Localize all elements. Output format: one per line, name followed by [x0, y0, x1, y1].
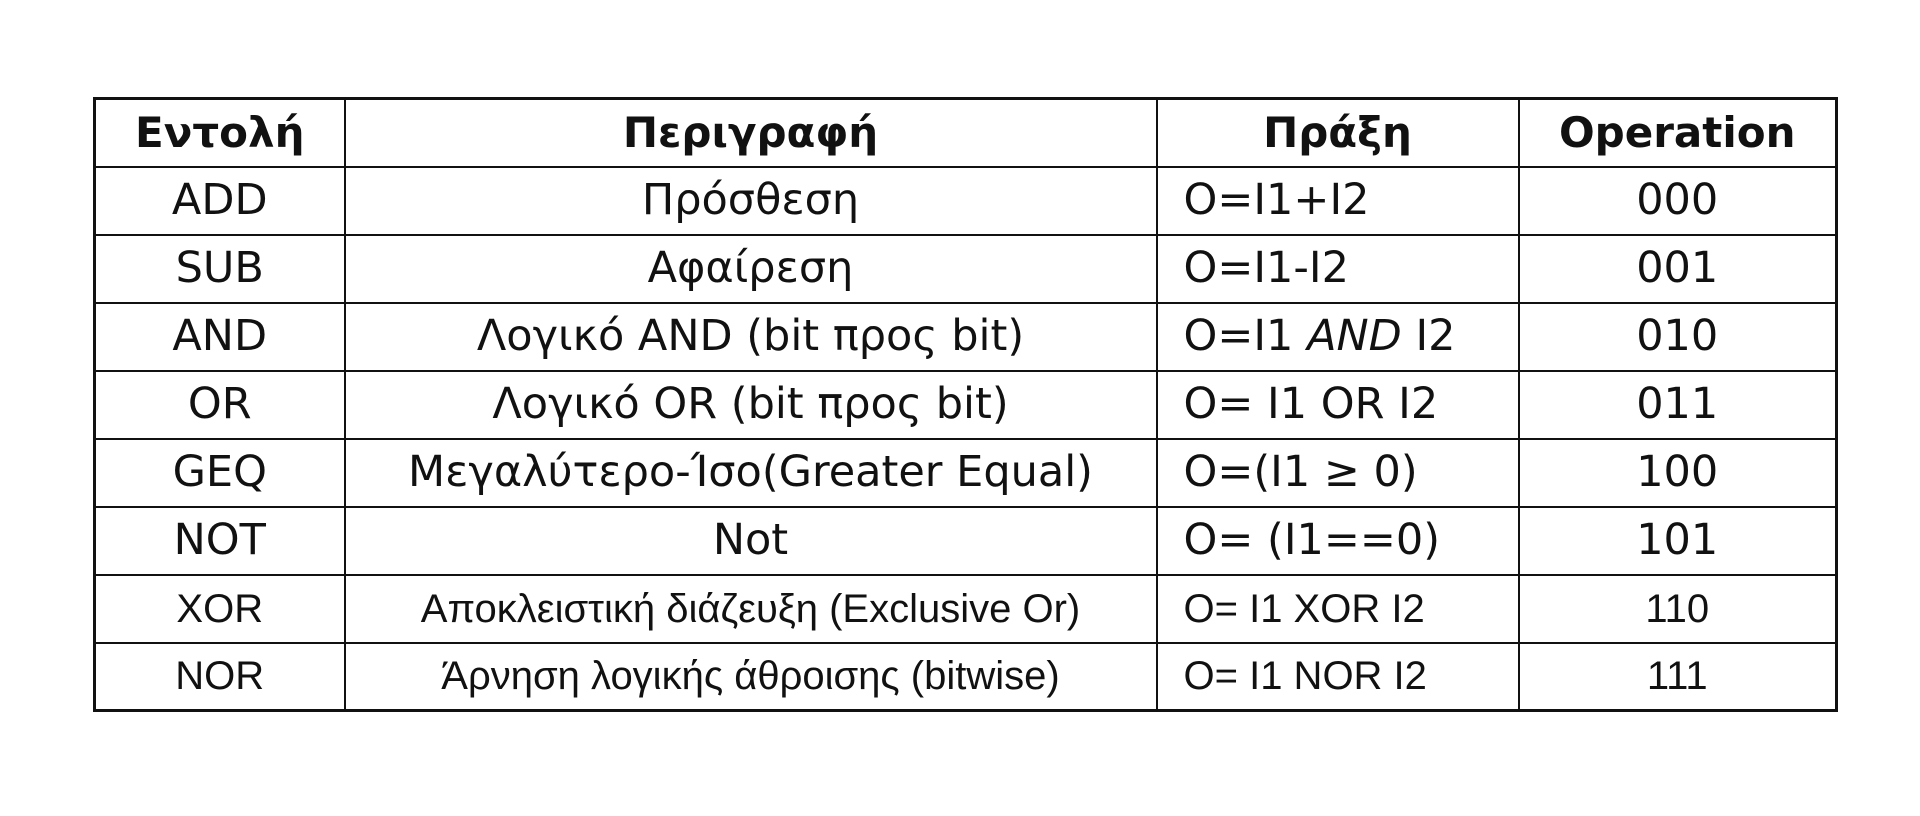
- header-description: Περιγραφή: [343, 97, 1158, 168]
- action-suffix: I2: [1401, 311, 1456, 361]
- header-action: Πράξη: [1155, 97, 1520, 168]
- description-cell: Not: [343, 505, 1158, 576]
- command-cell: GEQ: [93, 437, 346, 508]
- code-cell: 000: [1517, 165, 1838, 236]
- action-cell: O= (I1==0): [1155, 505, 1520, 576]
- command-cell: ADD: [93, 165, 346, 236]
- header-operation: Operation: [1517, 97, 1838, 168]
- table-row: GEQ Μεγαλύτερο-Ίσο(Greater Equal) O=(I1 …: [93, 437, 1838, 508]
- action-operator: AND: [1307, 311, 1402, 361]
- action-cell: O= I1 NOR I2: [1155, 641, 1520, 712]
- operations-table: Εντολή Περιγραφή Πράξη Operation ADD Πρό…: [93, 97, 1838, 712]
- command-cell: AND: [93, 301, 346, 372]
- description-cell: Λογικό OR (bit προς bit): [343, 369, 1158, 440]
- action-cell: O=I1+I2: [1155, 165, 1520, 236]
- table-row: XOR Αποκλειστική διάζευξη (Exclusive Or)…: [93, 573, 1838, 644]
- table-row: NOT Not O= (I1==0) 101: [93, 505, 1838, 576]
- code-cell: 110: [1517, 573, 1838, 644]
- action-prefix: O=I1: [1183, 311, 1308, 361]
- table-row: OR Λογικό OR (bit προς bit) O= I1 OR I2 …: [93, 369, 1838, 440]
- table-row: SUB Αφαίρεση O=I1-I2 001: [93, 233, 1838, 304]
- action-cell: O=I1 AND I2: [1155, 301, 1520, 372]
- table-row: NOR Άρνηση λογικής άθροισης (bitwise) O=…: [93, 641, 1838, 712]
- header-command: Εντολή: [93, 97, 346, 168]
- table-row: AND Λογικό AND (bit προς bit) O=I1 AND I…: [93, 301, 1838, 372]
- code-cell: 001: [1517, 233, 1838, 304]
- code-cell: 010: [1517, 301, 1838, 372]
- command-cell: OR: [93, 369, 346, 440]
- description-cell: Αφαίρεση: [343, 233, 1158, 304]
- code-cell: 011: [1517, 369, 1838, 440]
- description-cell: Άρνηση λογικής άθροισης (bitwise): [343, 641, 1158, 712]
- description-cell: Λογικό AND (bit προς bit): [343, 301, 1158, 372]
- action-cell: O=(I1 ≥ 0): [1155, 437, 1520, 508]
- action-cell: O=I1-I2: [1155, 233, 1520, 304]
- code-cell: 100: [1517, 437, 1838, 508]
- command-cell: NOT: [93, 505, 346, 576]
- command-cell: NOR: [93, 641, 346, 712]
- command-cell: XOR: [93, 573, 346, 644]
- header-row: Εντολή Περιγραφή Πράξη Operation: [93, 97, 1838, 168]
- action-cell: O= I1 OR I2: [1155, 369, 1520, 440]
- command-cell: SUB: [93, 233, 346, 304]
- description-cell: Αποκλειστική διάζευξη (Exclusive Or): [343, 573, 1158, 644]
- description-cell: Μεγαλύτερο-Ίσο(Greater Equal): [343, 437, 1158, 508]
- code-cell: 101: [1517, 505, 1838, 576]
- description-cell: Πρόσθεση: [343, 165, 1158, 236]
- action-cell: O= I1 XOR I2: [1155, 573, 1520, 644]
- table-row: ADD Πρόσθεση O=I1+I2 000: [93, 165, 1838, 236]
- code-cell: 111: [1517, 641, 1838, 712]
